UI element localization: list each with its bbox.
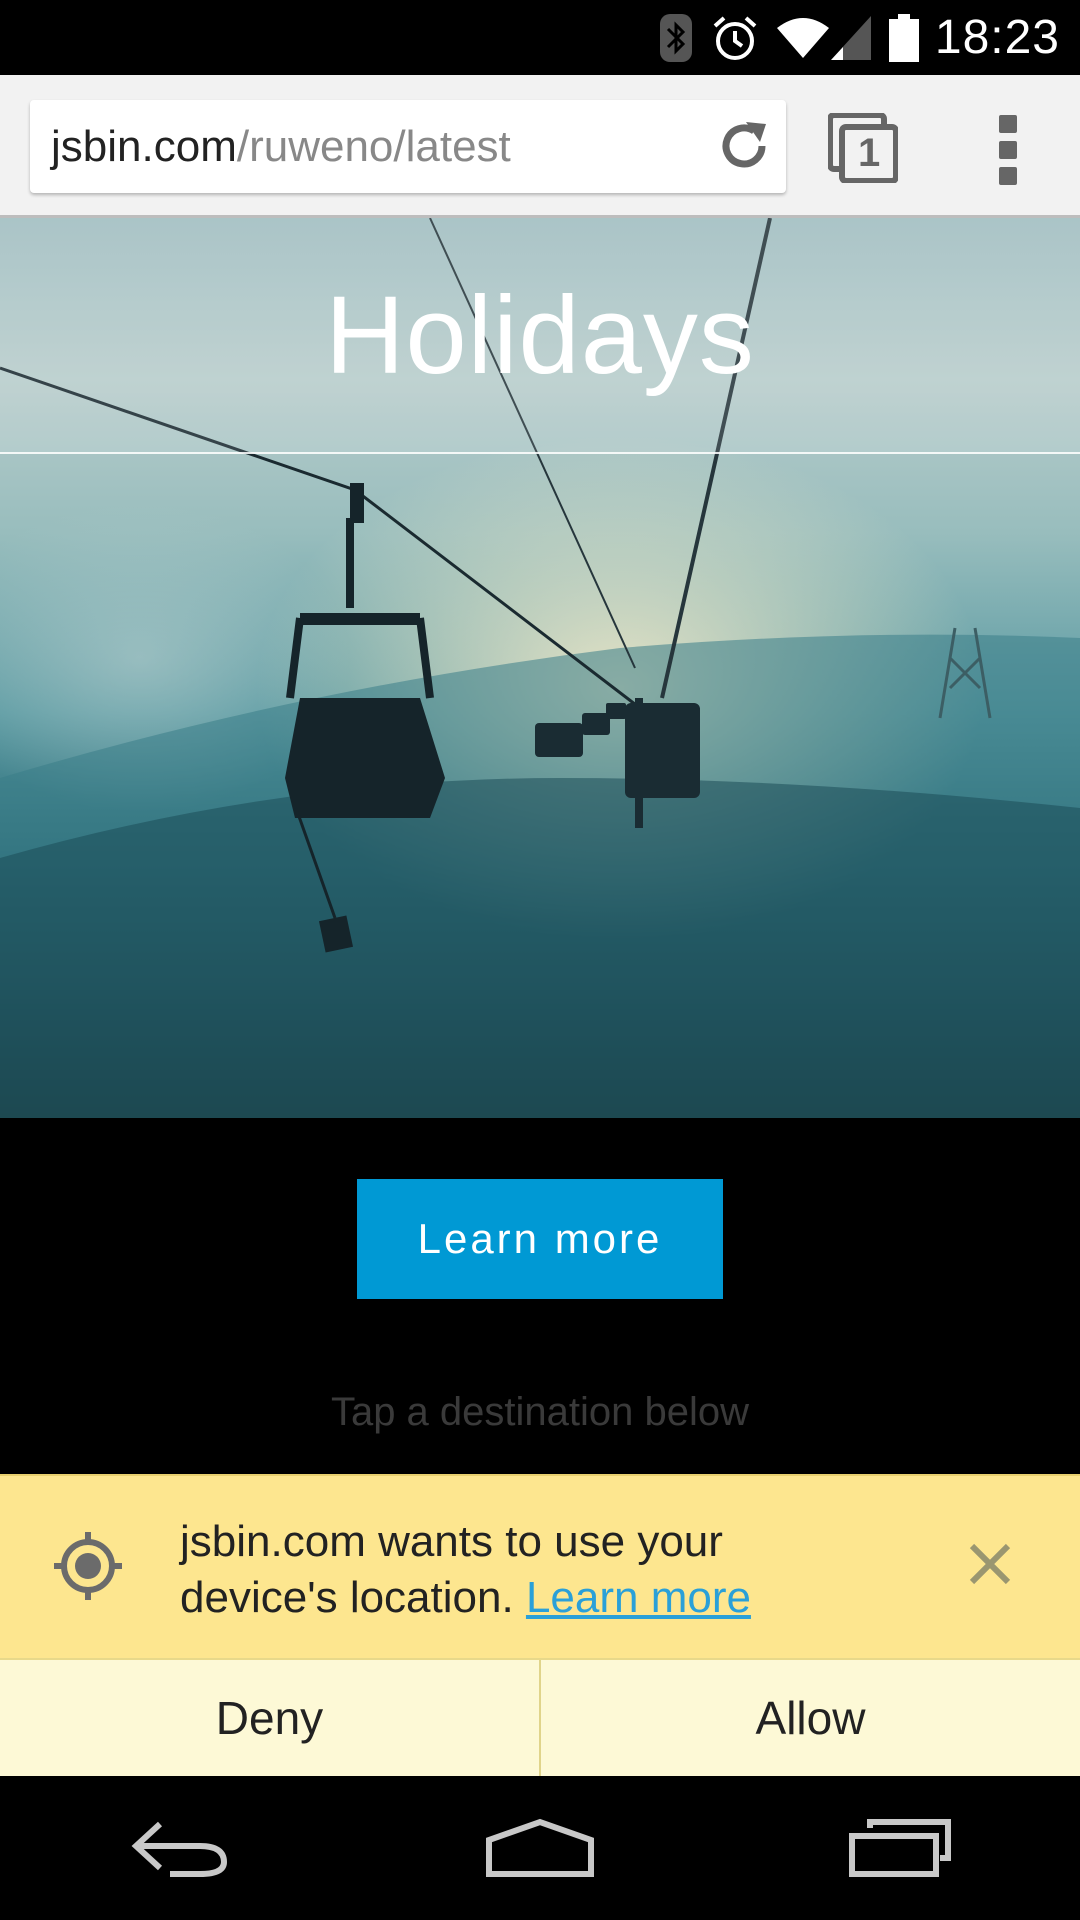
hero-title: Holidays	[325, 273, 755, 397]
back-icon[interactable]	[120, 1808, 240, 1888]
location-target-icon	[52, 1530, 124, 1602]
url-text[interactable]: jsbin.com/ruweno/latest	[30, 122, 511, 172]
url-bar[interactable]: jsbin.com/ruweno/latest	[30, 100, 786, 193]
infobar-actions: Deny Allow	[0, 1658, 1080, 1776]
battery-icon	[888, 13, 919, 62]
cell-signal-icon	[830, 15, 871, 60]
allow-button[interactable]: Allow	[541, 1660, 1080, 1776]
menu-dot	[999, 115, 1017, 133]
reload-icon[interactable]	[716, 118, 772, 174]
menu-dot	[999, 167, 1017, 185]
url-path: /ruweno/latest	[236, 121, 511, 171]
home-icon[interactable]	[480, 1808, 600, 1888]
deny-button[interactable]: Deny	[0, 1660, 539, 1776]
overflow-menu-button[interactable]	[988, 115, 1028, 185]
bluetooth-icon	[659, 13, 693, 63]
infobar-message: jsbin.com wants to use your device's loc…	[180, 1514, 820, 1626]
tab-count: 1	[858, 131, 881, 175]
status-time: 18:23	[934, 11, 1060, 64]
status-bar: 18:23	[0, 0, 1080, 75]
close-icon[interactable]	[966, 1540, 1014, 1588]
url-domain: jsbin.com	[51, 121, 237, 171]
recents-icon[interactable]	[840, 1808, 960, 1888]
status-icons: 18:23	[641, 0, 1060, 75]
alarm-icon	[711, 14, 759, 62]
tab-switcher-button[interactable]: 1	[827, 112, 899, 184]
wifi-icon	[776, 16, 829, 60]
hero-banner: Holidays	[0, 218, 1080, 1118]
destination-hint: Tap a destination below	[330, 1390, 750, 1434]
location-permission-infobar: jsbin.com wants to use your device's loc…	[0, 1474, 1080, 1658]
hero-title-band: Holidays	[0, 218, 1080, 454]
infobar-learn-more-link[interactable]: Learn more	[526, 1573, 751, 1622]
browser-toolbar: jsbin.com/ruweno/latest 1	[0, 75, 1080, 218]
learn-more-button[interactable]: Learn more	[357, 1179, 723, 1299]
menu-dot	[999, 141, 1017, 159]
system-navigation-bar	[0, 1776, 1080, 1920]
